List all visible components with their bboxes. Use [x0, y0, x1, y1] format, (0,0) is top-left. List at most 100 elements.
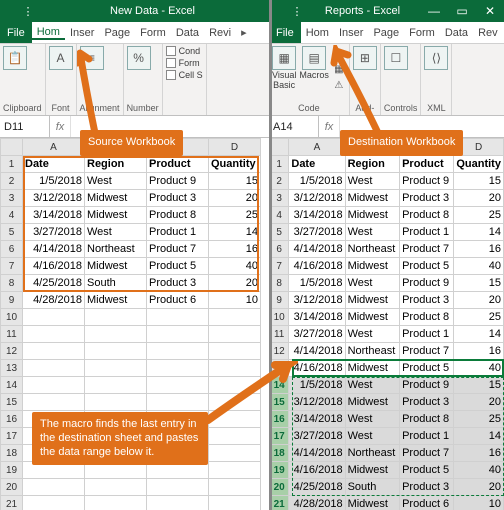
table-row[interactable]: 16 3/14/2018WestProduct 825	[270, 411, 504, 428]
visual-basic-icon[interactable]: ▦	[272, 46, 296, 70]
table-row[interactable]: 8 1/5/2018WestProduct 915	[270, 275, 504, 292]
ribbon-group-xml[interactable]: ⟨⟩ XML	[421, 44, 452, 115]
table-row[interactable]: 3 3/12/2018MidwestProduct 320	[1, 190, 261, 207]
table-row[interactable]: 20	[1, 479, 261, 496]
row-header[interactable]: 3	[1, 190, 23, 207]
row-header[interactable]: 8	[1, 275, 23, 292]
xml-icon[interactable]: ⟨⟩	[424, 46, 448, 70]
col-header[interactable]: A	[289, 139, 345, 156]
row-header[interactable]: 6	[1, 241, 23, 258]
table-row[interactable]: 7 4/16/2018MidwestProduct 540	[270, 258, 504, 275]
table-row[interactable]: 6 4/14/2018NortheastProduct 716	[270, 241, 504, 258]
table-row[interactable]: 15 3/12/2018MidwestProduct 320	[270, 394, 504, 411]
ribbon-group-clipboard[interactable]: 📋 Clipboard	[0, 44, 46, 115]
row-header[interactable]: 8	[270, 275, 289, 292]
table-row[interactable]: 2 1/5/2018WestProduct 915	[270, 173, 504, 190]
row-header[interactable]: 3	[270, 190, 289, 207]
row-header[interactable]: 20	[270, 479, 289, 496]
name-box[interactable]: D11	[0, 116, 50, 137]
tab-formulas[interactable]: Form	[135, 27, 171, 39]
fx-icon[interactable]: fx	[50, 121, 70, 133]
row-header[interactable]: 4	[1, 207, 23, 224]
table-row[interactable]: 4 3/14/2018MidwestProduct 825	[270, 207, 504, 224]
tab-data[interactable]: Data	[171, 27, 204, 39]
row-header[interactable]: 2	[1, 173, 23, 190]
tab-page[interactable]: Page	[368, 27, 404, 39]
tabs-more-icon[interactable]: ▸	[236, 26, 252, 39]
row-header[interactable]: 12	[1, 343, 23, 360]
tab-home[interactable]: Hom	[32, 26, 65, 40]
row-header[interactable]: 5	[1, 224, 23, 241]
window-titlebar[interactable]: ⋮ New Data - Excel	[0, 0, 269, 22]
table-row[interactable]: 3 3/12/2018MidwestProduct 320	[270, 190, 504, 207]
tab-insert[interactable]: Inser	[65, 27, 99, 39]
table-row[interactable]: 21	[1, 496, 261, 510]
ribbon-group-font[interactable]: A Font	[46, 44, 77, 115]
table-row[interactable]: 12 4/14/2018NortheastProduct 716	[270, 343, 504, 360]
row-header[interactable]: 10	[1, 309, 23, 326]
row-header[interactable]: 7	[270, 258, 289, 275]
tab-review[interactable]: Revi	[204, 27, 236, 39]
close-icon[interactable]: ✕	[476, 4, 504, 18]
table-row[interactable]: 21 4/28/2018MidwestProduct 610	[270, 496, 504, 510]
table-row[interactable]: 4 3/14/2018MidwestProduct 825	[1, 207, 261, 224]
quick-access-menu[interactable]: ⋮	[289, 5, 305, 18]
table-row[interactable]: 8 4/25/2018SouthProduct 320	[1, 275, 261, 292]
table-row[interactable]: 11 3/27/2018WestProduct 114	[270, 326, 504, 343]
row-header[interactable]: 11	[1, 326, 23, 343]
col-header[interactable]: A	[23, 139, 85, 156]
row-header[interactable]: 7	[1, 258, 23, 275]
row-header[interactable]: 18	[1, 445, 23, 462]
row-header[interactable]: 15	[1, 394, 23, 411]
table-row[interactable]: 7 4/16/2018MidwestProduct 540	[1, 258, 261, 275]
row-header[interactable]: 19	[1, 462, 23, 479]
tab-page[interactable]: Page	[99, 27, 135, 39]
tab-data[interactable]: Data	[440, 27, 473, 39]
name-box[interactable]: A14	[269, 116, 319, 137]
font-icon[interactable]: A	[49, 46, 73, 70]
tab-home[interactable]: Hom	[301, 27, 334, 39]
row-header[interactable]: 16	[1, 411, 23, 428]
col-header[interactable]: D	[209, 139, 261, 156]
worksheet[interactable]: ABCD1 DateRegionProductQuantity2 1/5/201…	[269, 138, 504, 510]
row-header[interactable]: 9	[1, 292, 23, 309]
quick-access-menu[interactable]: ⋮	[20, 5, 36, 18]
table-row[interactable]: 13 4/16/2018MidwestProduct 540	[270, 360, 504, 377]
table-row[interactable]: 5 3/27/2018WestProduct 114	[1, 224, 261, 241]
row-header[interactable]: 19	[270, 462, 289, 479]
tab-file[interactable]: File	[0, 22, 32, 43]
row-header[interactable]: 17	[1, 428, 23, 445]
window-divider[interactable]	[269, 0, 272, 510]
tab-file[interactable]: File	[269, 22, 301, 43]
row-header[interactable]: 21	[1, 496, 23, 510]
tab-review[interactable]: Rev	[473, 27, 503, 39]
row-header[interactable]: 5	[270, 224, 289, 241]
row-header[interactable]: 1	[270, 156, 289, 173]
table-row[interactable]: 2 1/5/2018WestProduct 915	[1, 173, 261, 190]
row-header[interactable]: 13	[1, 360, 23, 377]
row-header[interactable]: 6	[270, 241, 289, 258]
minimize-icon[interactable]: —	[420, 4, 448, 18]
table-row[interactable]: 18 4/14/2018NortheastProduct 716	[270, 445, 504, 462]
table-row[interactable]: 14 1/5/2018WestProduct 915	[270, 377, 504, 394]
table-row[interactable]: 19 4/16/2018MidwestProduct 540	[270, 462, 504, 479]
ribbon-group-number[interactable]: % Number	[124, 44, 163, 115]
table-row[interactable]: 10 3/14/2018MidwestProduct 825	[270, 309, 504, 326]
paste-icon[interactable]: 📋	[3, 46, 27, 70]
tab-formulas[interactable]: Form	[404, 27, 440, 39]
row-header[interactable]: 20	[1, 479, 23, 496]
table-row[interactable]: 9 3/12/2018MidwestProduct 320	[270, 292, 504, 309]
row-header[interactable]: 1	[1, 156, 23, 173]
maximize-icon[interactable]: ▭	[448, 4, 476, 18]
row-header[interactable]: 4	[270, 207, 289, 224]
row-header[interactable]: 14	[1, 377, 23, 394]
tab-insert[interactable]: Inser	[334, 27, 368, 39]
row-header[interactable]: 21	[270, 496, 289, 510]
table-row[interactable]: 5 3/27/2018WestProduct 114	[270, 224, 504, 241]
table-row[interactable]: 20 4/25/2018SouthProduct 320	[270, 479, 504, 496]
row-header[interactable]: 18	[270, 445, 289, 462]
table-row[interactable]: 17 3/27/2018WestProduct 114	[270, 428, 504, 445]
percent-icon[interactable]: %	[127, 46, 151, 70]
ribbon-group-styles[interactable]: Cond Form Cell S	[163, 44, 207, 115]
row-header[interactable]: 2	[270, 173, 289, 190]
